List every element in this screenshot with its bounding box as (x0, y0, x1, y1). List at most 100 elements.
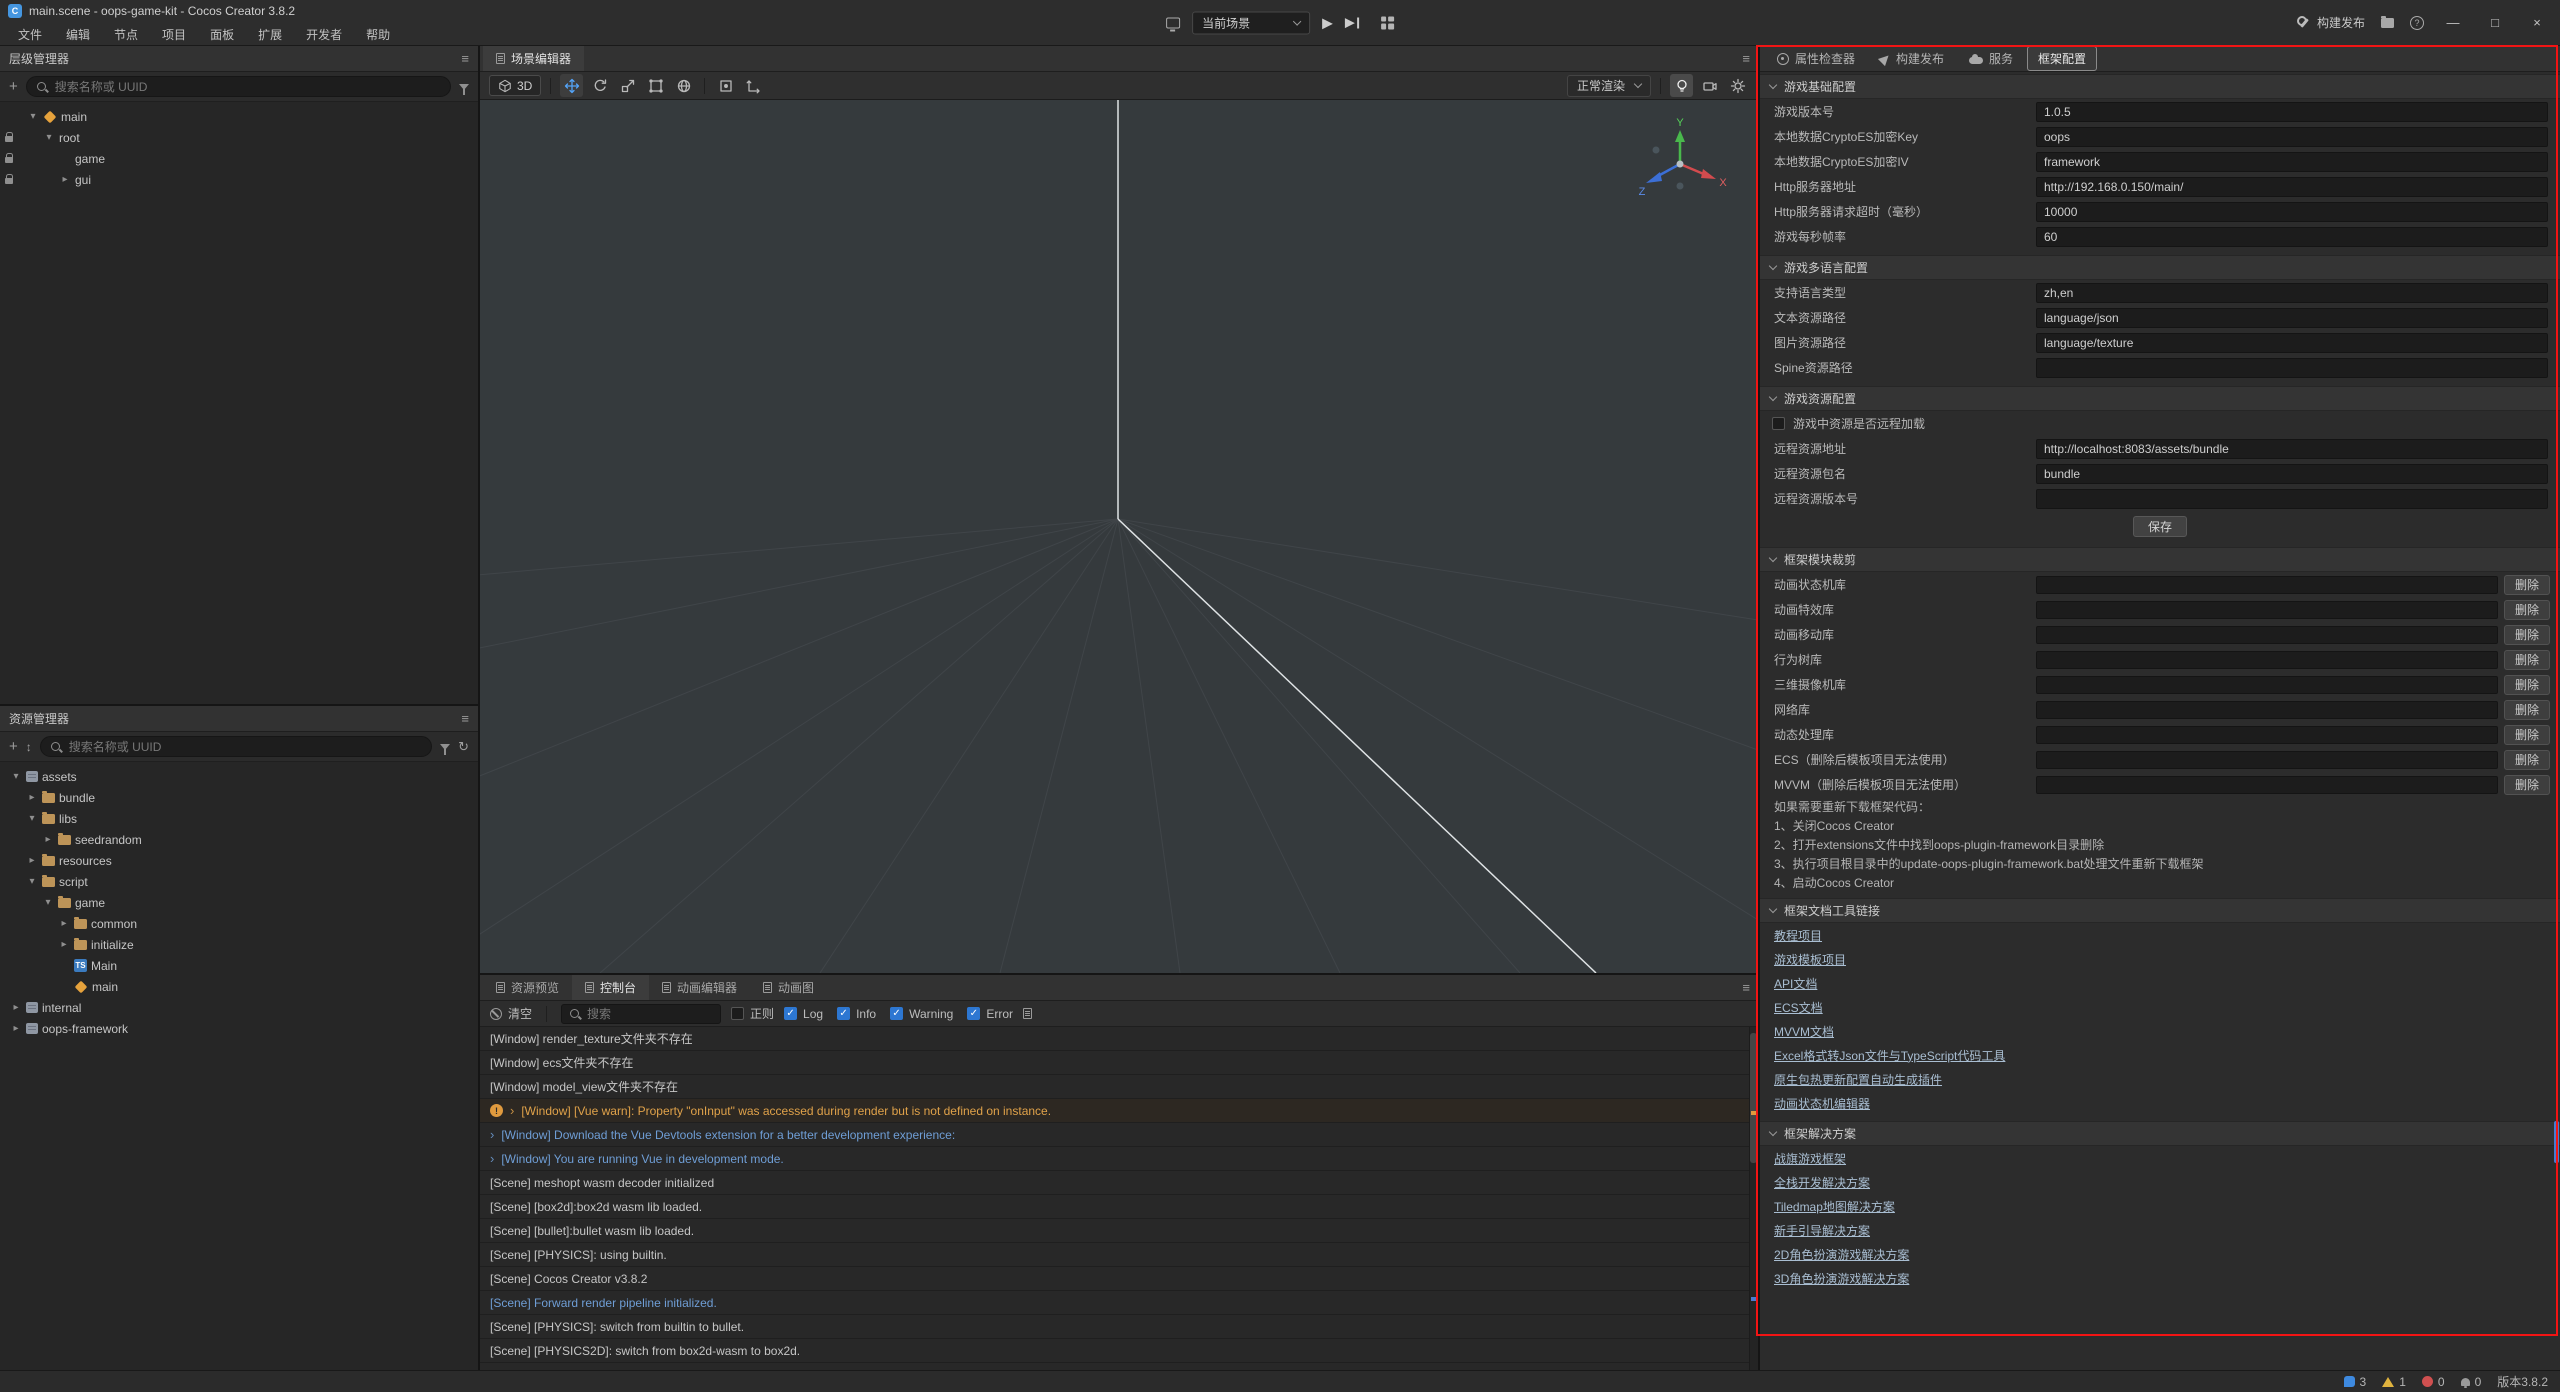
filter-Error[interactable]: ✓Error (967, 1007, 1013, 1021)
module-path-field[interactable] (2036, 651, 2498, 669)
gear-icon[interactable] (1726, 74, 1749, 97)
field-input[interactable] (2036, 489, 2548, 509)
message-count[interactable]: 3 (2344, 1375, 2367, 1389)
log-row[interactable]: !›[Window] [Vue warn]: Property "onInput… (480, 1099, 1749, 1123)
section-header[interactable]: 游戏资源配置 (1760, 386, 2560, 411)
maximize-button[interactable]: □ (2482, 15, 2508, 30)
menu-item[interactable]: 面板 (200, 24, 244, 45)
preview-device-icon[interactable] (1166, 17, 1180, 28)
expand-arrow-icon[interactable]: ▾ (27, 111, 39, 122)
doc-link[interactable]: MVVM文档 (1774, 1023, 1834, 1040)
assets-search-input[interactable] (69, 740, 422, 754)
tab-属性检查器[interactable]: 属性检查器 (1766, 46, 1866, 71)
menu-item[interactable]: 开发者 (296, 24, 352, 45)
expand-chevron-icon[interactable]: › (510, 1103, 514, 1118)
panel-menu-icon[interactable]: ≡ (461, 51, 469, 66)
panel-menu-icon[interactable]: ≡ (1742, 980, 1750, 995)
layout-grid-icon[interactable] (1381, 16, 1394, 29)
tab-框架配置[interactable]: 框架配置 (2027, 46, 2097, 71)
tree-row[interactable]: ▸gui (0, 169, 478, 190)
solution-link[interactable]: 全栈开发解决方案 (1774, 1174, 1870, 1191)
log-row[interactable]: [Scene] [PHYSICS]: switch from builtin t… (480, 1315, 1749, 1339)
tree-row[interactable]: ▸internal (0, 997, 478, 1018)
tree-row[interactable]: ▸initialize (0, 934, 478, 955)
assets-search-box[interactable] (40, 736, 432, 757)
checkbox-icon[interactable]: ✓ (784, 1007, 797, 1020)
log-row[interactable]: ›[Window] You are running Vue in develop… (480, 1147, 1749, 1171)
inspector-scrollbar-thumb[interactable] (2554, 1121, 2559, 1163)
axis-gizmo[interactable]: Y X Z (1630, 116, 1730, 208)
console-scrollbar[interactable] (1749, 1027, 1758, 1370)
tree-row[interactable]: ▸oops-framework (0, 1018, 478, 1039)
scrollbar-thumb[interactable] (1750, 1033, 1757, 1163)
field-input[interactable] (2036, 308, 2548, 328)
build-publish-button[interactable]: 构建发布 (2297, 14, 2365, 31)
expand-arrow-icon[interactable]: ▸ (10, 1023, 22, 1034)
checkbox-icon[interactable] (1772, 417, 1785, 430)
field-input[interactable] (2036, 439, 2548, 459)
save-button[interactable]: 保存 (2133, 516, 2187, 537)
menu-item[interactable]: 文件 (8, 24, 52, 45)
scene-selector[interactable]: 当前场景 (1192, 11, 1310, 34)
log-row[interactable]: [Scene] [PHYSICS2D]: switch from box2d-w… (480, 1339, 1749, 1363)
field-input[interactable] (2036, 202, 2548, 222)
solution-link[interactable]: 新手引导解决方案 (1774, 1222, 1870, 1239)
solution-link[interactable]: 2D角色扮演游戏解决方案 (1774, 1246, 1909, 1263)
checkbox-icon[interactable] (731, 1007, 744, 1020)
module-path-field[interactable] (2036, 676, 2498, 694)
delete-button[interactable]: 删除 (2504, 750, 2550, 770)
doc-link[interactable]: 动画状态机编辑器 (1774, 1095, 1870, 1112)
refresh-icon[interactable]: ↻ (458, 739, 469, 755)
tree-row[interactable]: ▾game (0, 892, 478, 913)
menu-item[interactable]: 编辑 (56, 24, 100, 45)
add-asset-icon[interactable]: + (9, 739, 18, 754)
log-row[interactable]: [Scene] meshopt wasm decoder initialized (480, 1171, 1749, 1195)
log-row[interactable]: [Window] model_view文件夹不存在 (480, 1075, 1749, 1099)
delete-button[interactable]: 删除 (2504, 575, 2550, 595)
expand-arrow-icon[interactable]: ▾ (26, 813, 38, 824)
tab-服务[interactable]: 服务 (1958, 46, 2024, 71)
console-search-box[interactable] (561, 1004, 721, 1024)
log-row[interactable]: [Window] render_texture文件夹不存在 (480, 1027, 1749, 1051)
field-input[interactable] (2036, 358, 2548, 378)
log-row[interactable]: [Scene] [PHYSICS]: using builtin. (480, 1243, 1749, 1267)
tree-row[interactable]: ▾assets (0, 766, 478, 787)
expand-chevron-icon[interactable]: › (490, 1127, 494, 1142)
panel-menu-icon[interactable]: ≡ (461, 711, 469, 726)
doc-link[interactable]: 原生包热更新配置自动生成插件 (1774, 1071, 1942, 1088)
light-toggle-icon[interactable] (1670, 74, 1693, 97)
menu-item[interactable]: 节点 (104, 24, 148, 45)
log-row[interactable]: [Scene] Cocos Creator v3.8.2 (480, 1267, 1749, 1291)
tree-row[interactable]: game (0, 148, 478, 169)
move-tool-icon[interactable] (560, 74, 583, 97)
sort-icon[interactable]: ↕ (26, 740, 32, 754)
log-row[interactable]: [Scene] [bullet]:bullet wasm lib loaded. (480, 1219, 1749, 1243)
delete-button[interactable]: 删除 (2504, 725, 2550, 745)
tree-row[interactable]: ▾main (0, 106, 478, 127)
hierarchy-search-input[interactable] (55, 80, 441, 94)
mode-3d-button[interactable]: 3D (489, 75, 541, 96)
expand-arrow-icon[interactable]: ▸ (26, 855, 38, 866)
tree-row[interactable]: main (0, 976, 478, 997)
tree-row[interactable]: ▾script (0, 871, 478, 892)
section-header[interactable]: 游戏多语言配置 (1760, 255, 2560, 280)
rotate-tool-icon[interactable] (588, 74, 611, 97)
scale-tool-icon[interactable] (616, 74, 639, 97)
regex-toggle[interactable]: 正则 (731, 1005, 774, 1022)
expand-arrow-icon[interactable]: ▸ (10, 1002, 22, 1013)
play-button[interactable]: ▶ (1322, 14, 1333, 31)
expand-arrow-icon[interactable]: ▸ (42, 834, 54, 845)
open-project-folder-icon[interactable] (2381, 18, 2394, 28)
console-search-input[interactable] (587, 1007, 713, 1021)
section-header[interactable]: 框架解决方案 (1760, 1121, 2560, 1146)
doc-link[interactable]: 教程项目 (1774, 927, 1822, 944)
hierarchy-search-box[interactable] (26, 76, 451, 97)
module-path-field[interactable] (2036, 626, 2498, 644)
solution-link[interactable]: 3D角色扮演游戏解决方案 (1774, 1270, 1909, 1287)
filter-Log[interactable]: ✓Log (784, 1007, 823, 1021)
field-input[interactable] (2036, 177, 2548, 197)
tree-row[interactable]: ▸resources (0, 850, 478, 871)
expand-arrow-icon[interactable]: ▸ (26, 792, 38, 803)
field-input[interactable] (2036, 464, 2548, 484)
step-button[interactable]: ▶ (1345, 15, 1359, 31)
